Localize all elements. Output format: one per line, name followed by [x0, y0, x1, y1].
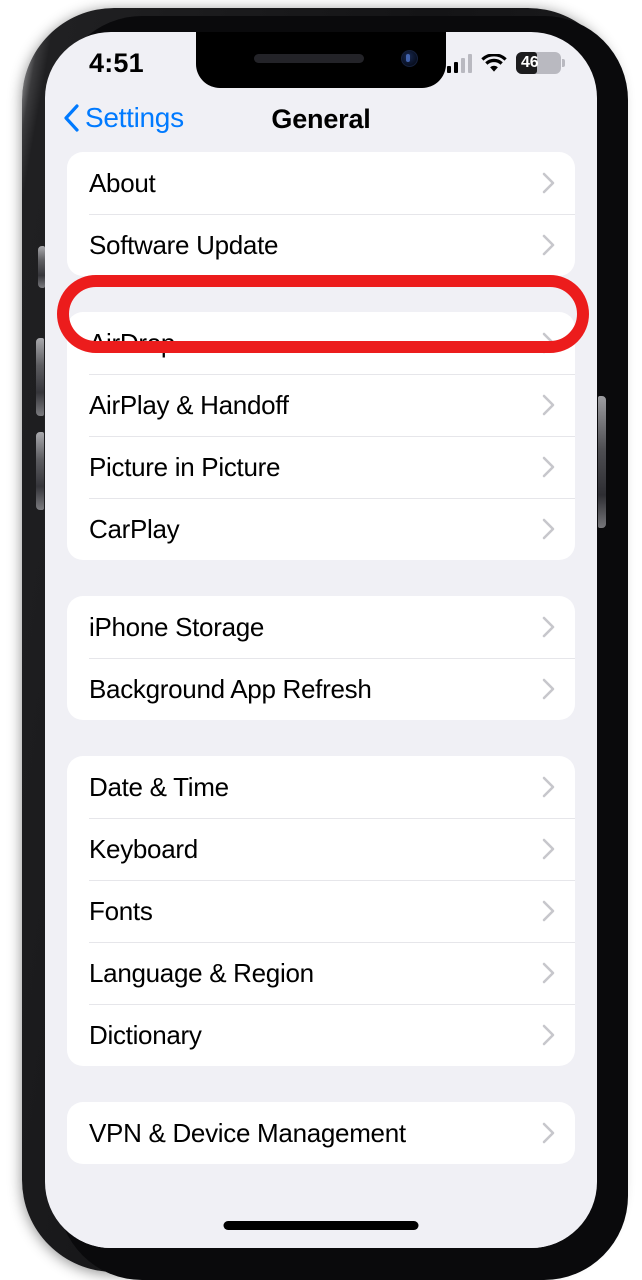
settings-row-label: Language & Region	[89, 957, 314, 988]
settings-row-label: Keyboard	[89, 833, 198, 864]
mute-switch-button[interactable]	[38, 246, 45, 288]
settings-group: iPhone Storage Background App Refresh	[67, 596, 575, 720]
page-title: General	[271, 104, 371, 134]
chevron-right-icon	[542, 900, 555, 922]
chevron-right-icon	[542, 1122, 555, 1144]
settings-row-date-time[interactable]: Date & Time	[67, 756, 575, 818]
settings-group: VPN & Device Management	[67, 1102, 575, 1164]
settings-row-software-update[interactable]: Software Update	[67, 214, 575, 276]
settings-list: About Software Update AirDrop AirPlay & Han…	[45, 152, 597, 1248]
settings-row-label: CarPlay	[89, 513, 180, 544]
settings-row-label: AirPlay & Handoff	[89, 389, 289, 420]
settings-row-background-app-refresh[interactable]: Background App Refresh	[67, 658, 575, 720]
battery-cap	[562, 59, 565, 67]
chevron-right-icon	[542, 332, 555, 354]
settings-row-language-region[interactable]: Language & Region	[67, 942, 575, 1004]
settings-row-label: iPhone Storage	[89, 611, 265, 642]
status-bar-time: 4:51	[89, 48, 144, 78]
settings-row-label: Dictionary	[89, 1019, 202, 1050]
chevron-right-icon	[542, 394, 555, 416]
settings-row-vpn-device-management[interactable]: VPN & Device Management	[67, 1102, 575, 1164]
settings-row-label: Date & Time	[89, 771, 229, 802]
chevron-right-icon	[542, 962, 555, 984]
chevron-right-icon	[542, 838, 555, 860]
chevron-right-icon	[542, 776, 555, 798]
settings-row-label: Fonts	[89, 895, 153, 926]
phone-screen: 4:51 46 Settings General About Software …	[45, 32, 597, 1248]
settings-row-airplay-handoff[interactable]: AirPlay & Handoff	[67, 374, 575, 436]
settings-group: About Software Update	[67, 152, 575, 276]
settings-row-keyboard[interactable]: Keyboard	[67, 818, 575, 880]
settings-row-airdrop[interactable]: AirDrop	[67, 312, 575, 374]
settings-row-label: VPN & Device Management	[89, 1117, 406, 1148]
chevron-right-icon	[542, 172, 555, 194]
cellular-bars-icon	[446, 53, 472, 73]
chevron-right-icon	[542, 518, 555, 540]
settings-row-label: About	[89, 167, 156, 198]
chevron-right-icon	[542, 234, 555, 256]
settings-row-label: AirDrop	[89, 327, 176, 358]
power-side-button[interactable]	[598, 396, 606, 528]
volume-down-button[interactable]	[36, 432, 44, 510]
earpiece-speaker-icon	[254, 54, 364, 63]
screen-bottom-edge	[45, 1238, 597, 1248]
battery-level-label: 46	[521, 54, 539, 71]
display-notch	[196, 32, 446, 88]
settings-row-about[interactable]: About	[67, 152, 575, 214]
settings-row-label: Software Update	[89, 229, 279, 260]
home-indicator[interactable]	[223, 1221, 419, 1230]
settings-group: AirDrop AirPlay & Handoff Picture in Pictu…	[67, 312, 575, 560]
settings-group: Date & Time Keyboard Fonts Language & Regio…	[67, 756, 575, 1066]
settings-row-iphone-storage[interactable]: iPhone Storage	[67, 596, 575, 658]
settings-row-label: Picture in Picture	[89, 451, 281, 482]
chevron-right-icon	[542, 678, 555, 700]
settings-row-fonts[interactable]: Fonts	[67, 880, 575, 942]
chevron-right-icon	[542, 616, 555, 638]
camera-glint	[406, 54, 410, 62]
settings-row-carplay[interactable]: CarPlay	[67, 498, 575, 560]
navigation-bar: Settings General	[45, 94, 597, 152]
front-camera-icon	[401, 50, 418, 67]
battery-icon: 46	[516, 52, 565, 74]
chevron-right-icon	[542, 1024, 555, 1046]
settings-row-picture-in-picture[interactable]: Picture in Picture	[67, 436, 575, 498]
wifi-icon	[481, 53, 507, 72]
settings-row-dictionary[interactable]: Dictionary	[67, 1004, 575, 1066]
status-bar-indicators: 46	[446, 52, 565, 74]
volume-up-button[interactable]	[36, 338, 44, 416]
settings-row-label: Background App Refresh	[89, 673, 372, 704]
chevron-right-icon	[542, 456, 555, 478]
